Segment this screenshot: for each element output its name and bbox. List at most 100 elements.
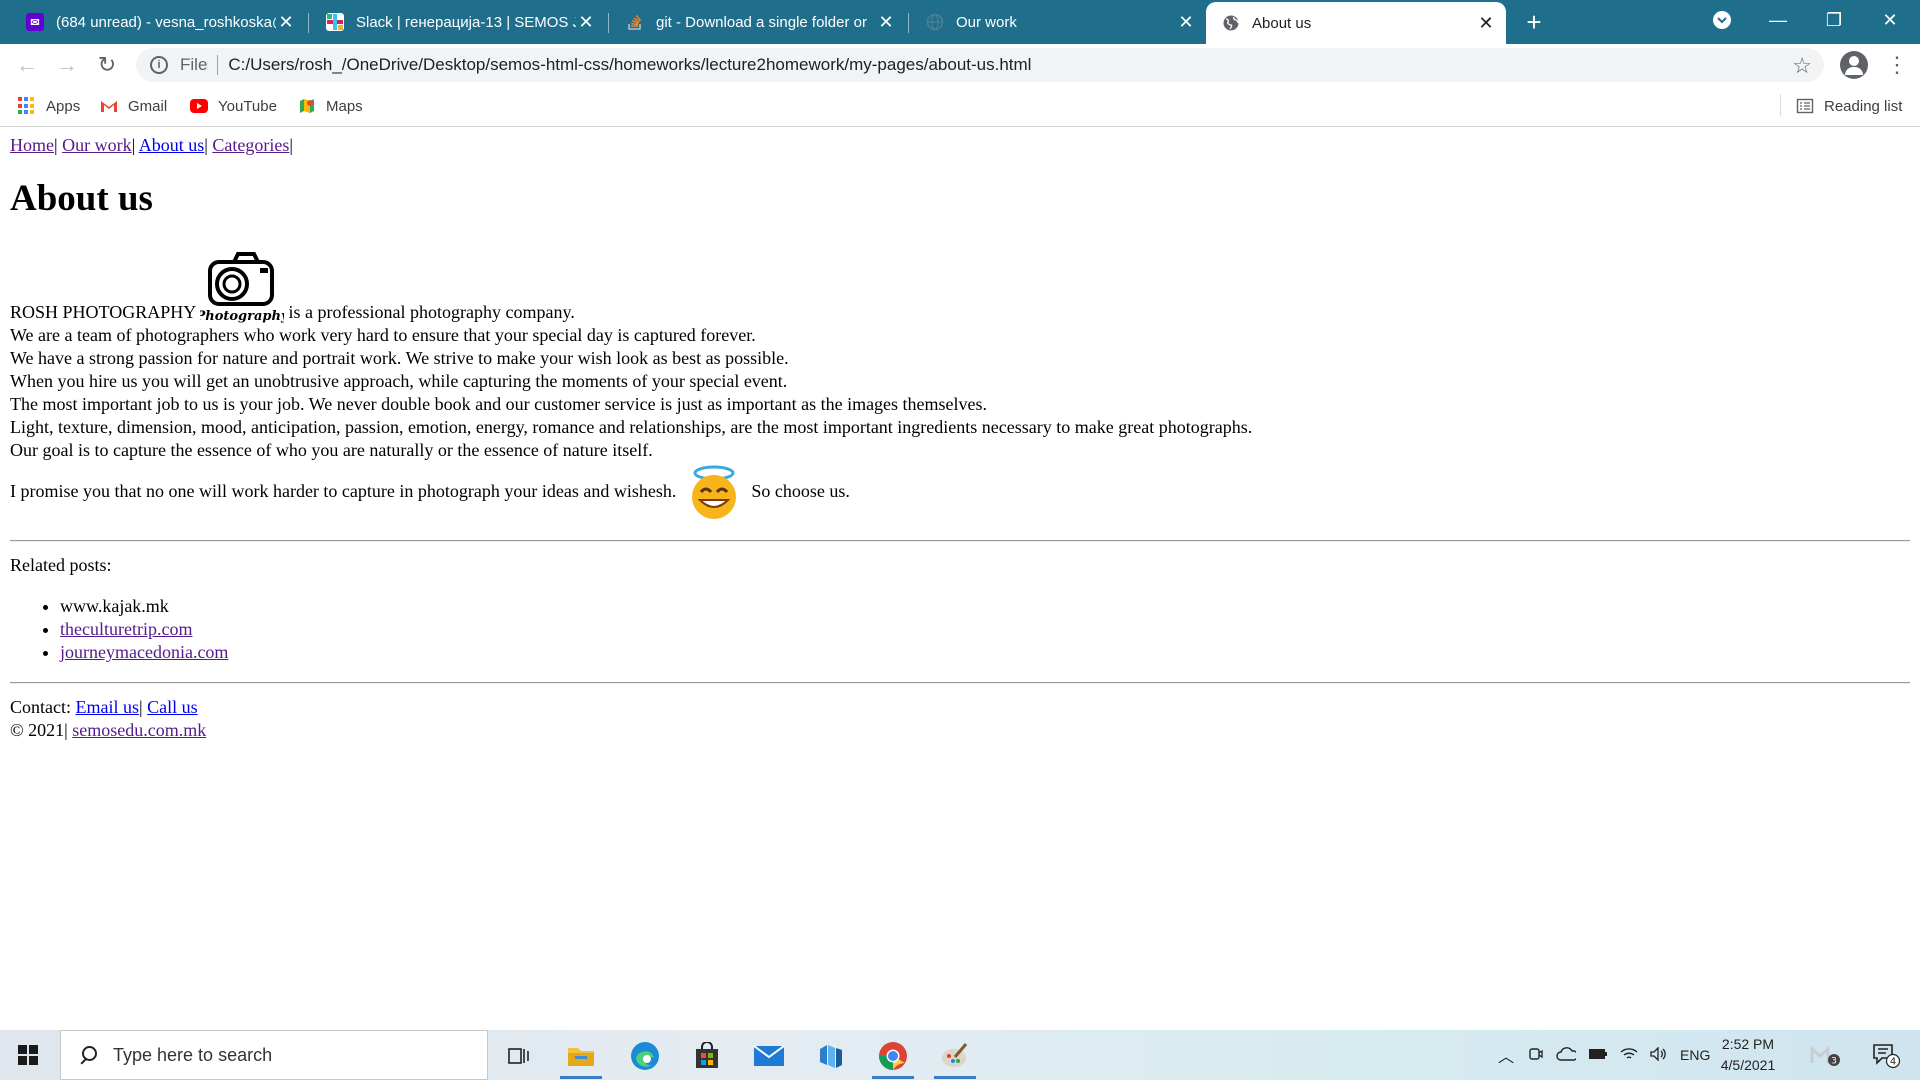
active-app-indicator: [934, 1076, 976, 1079]
active-app-indicator: [872, 1076, 914, 1079]
reload-button[interactable]: ↻: [94, 52, 120, 78]
stackoverflow-icon: [626, 13, 644, 31]
tab-title: About us: [1252, 14, 1312, 32]
intro-rest: is a professional photography company.: [288, 302, 575, 322]
clock-date: 4/5/2021: [1720, 1057, 1776, 1073]
call-us-link[interactable]: Call us: [147, 697, 198, 717]
intro-line: ROSH PHOTOGRAPHY Photography is a profes…: [10, 248, 1910, 324]
reading-list-button[interactable]: Reading list: [1796, 94, 1902, 118]
globe-icon: [1222, 14, 1240, 32]
onedrive-icon[interactable]: [1556, 1046, 1579, 1064]
divider: [10, 540, 1910, 542]
chrome-icon[interactable]: [868, 1035, 918, 1079]
bookmark-label: Apps: [46, 97, 81, 115]
reading-list-icon: [1796, 98, 1814, 114]
nav-link-home[interactable]: Home: [10, 135, 54, 155]
chevron-up-icon[interactable]: ︿: [1498, 1043, 1514, 1067]
close-tab-icon[interactable]: ✕: [576, 12, 596, 32]
camera-logo-image: Photography: [195, 248, 290, 324]
contact-line: Contact: Email us| Call us: [10, 696, 1910, 719]
edge-browser-icon[interactable]: [620, 1035, 670, 1077]
azure-data-studio-icon[interactable]: [806, 1035, 856, 1077]
mail-app-icon[interactable]: [744, 1035, 794, 1077]
search-icon: [79, 1046, 97, 1064]
close-tab-icon[interactable]: ✕: [1476, 13, 1496, 33]
site-nav: Home| Our work| About us| Categories|: [10, 134, 1910, 157]
store-badge-count: 3: [1831, 1057, 1837, 1067]
close-tab-icon[interactable]: ✕: [276, 12, 296, 32]
wifi-icon[interactable]: [1620, 1047, 1638, 1064]
close-tab-icon[interactable]: ✕: [876, 12, 896, 32]
url-text[interactable]: C:/Users/rosh_/OneDrive/Desktop/semos-ht…: [228, 55, 1031, 75]
profile-avatar[interactable]: [1840, 51, 1868, 79]
tab-about-us[interactable]: About us ✕: [1206, 2, 1506, 44]
nav-link-categories[interactable]: Categories: [212, 135, 289, 155]
promise-line: I promise you that no one will work hard…: [10, 464, 1910, 522]
paint-app-icon[interactable]: [930, 1035, 980, 1079]
logo-text: Photography: [200, 309, 284, 324]
footer-link[interactable]: semosedu.com.mk: [72, 720, 206, 740]
nav-link-about-us[interactable]: About us: [139, 135, 205, 155]
minimize-button[interactable]: —: [1750, 0, 1806, 40]
tab-our-work[interactable]: Our work ✕: [900, 7, 1206, 37]
smiling-angel-emoji-icon: [685, 464, 743, 522]
restore-button[interactable]: ❐: [1806, 0, 1862, 40]
nav-link-our-work[interactable]: Our work: [62, 135, 132, 155]
maps-icon: [300, 99, 314, 113]
language-indicator[interactable]: ENG: [1680, 1047, 1710, 1063]
apps-grid-icon: [18, 97, 36, 115]
nav-separator: |: [54, 135, 63, 155]
related-post-link[interactable]: theculturetrip.com: [60, 619, 192, 639]
tab-search-button[interactable]: [1694, 0, 1750, 40]
bookmark-label: YouTube: [218, 97, 277, 115]
new-tab-button[interactable]: +: [1520, 7, 1548, 37]
clock-time: 2:52 PM: [1721, 1036, 1775, 1052]
copyright-text: © 2021|: [10, 720, 68, 740]
tab-yahoo-mail[interactable]: ✉ (684 unread) - vesna_roshkoska@ ✕: [0, 7, 306, 37]
paragraph: Light, texture, dimension, mood, anticip…: [10, 417, 1253, 437]
tab-stackoverflow[interactable]: git - Download a single folder or ✕: [600, 7, 906, 37]
taskbar-clock[interactable]: 2:52 PM 4/5/2021: [1710, 1034, 1786, 1076]
page-content: Home| Our work| About us| Categories| Ab…: [10, 134, 1910, 742]
bookmark-gmail[interactable]: Gmail: [100, 94, 167, 118]
youtube-icon: [190, 99, 208, 113]
bookmark-label: Gmail: [128, 97, 168, 115]
taskbar-search-box[interactable]: Type here to search: [60, 1030, 488, 1080]
volume-icon[interactable]: [1650, 1045, 1668, 1064]
gmail-icon: [101, 101, 117, 112]
bookmark-apps[interactable]: Apps: [18, 94, 80, 118]
store-tray-icon[interactable]: 3: [1806, 1030, 1846, 1080]
list-item: www.kajak.mk: [60, 595, 1910, 618]
battery-icon[interactable]: [1588, 1047, 1608, 1063]
bookmark-youtube[interactable]: YouTube: [190, 94, 277, 118]
action-center-button[interactable]: 4: [1864, 1030, 1908, 1080]
meet-now-icon[interactable]: [1528, 1046, 1544, 1065]
task-view-icon[interactable]: [494, 1035, 544, 1077]
tab-title: Slack | генерација-13 | SEMOS Ja: [356, 13, 576, 31]
notification-count: 4: [1890, 1057, 1896, 1068]
promise-text: I promise you that no one will work hard…: [10, 481, 677, 502]
related-post-link[interactable]: journeymacedonia.com: [60, 642, 228, 662]
info-icon[interactable]: i: [150, 56, 168, 74]
taskbar: Type here to search ︿ ENG 2:52 PM 4/5/20…: [0, 1030, 1920, 1080]
slack-icon: [326, 13, 344, 31]
file-explorer-icon[interactable]: [556, 1035, 606, 1079]
close-window-button[interactable]: ✕: [1862, 0, 1918, 40]
address-bar[interactable]: i File C:/Users/rosh_/OneDrive/Desktop/s…: [136, 48, 1824, 82]
forward-button[interactable]: →: [54, 52, 80, 78]
paragraph: The most important job to us is your job…: [10, 394, 988, 414]
bookmark-maps[interactable]: Maps: [298, 94, 363, 118]
reading-list-label: Reading list: [1824, 97, 1903, 115]
back-button[interactable]: ←: [14, 52, 40, 78]
globe-icon: [926, 13, 944, 31]
tab-slack[interactable]: Slack | генерација-13 | SEMOS Ja ✕: [300, 7, 606, 37]
list-item: journeymacedonia.com: [60, 641, 1910, 664]
windows-start-icon[interactable]: [18, 1045, 38, 1065]
email-us-link[interactable]: Email us: [76, 697, 140, 717]
close-tab-icon[interactable]: ✕: [1176, 12, 1196, 32]
browser-menu-icon[interactable]: ⋮: [1886, 53, 1908, 77]
company-name: ROSH PHOTOGRAPHY: [10, 302, 196, 322]
bookmark-star-icon[interactable]: ☆: [1792, 53, 1812, 79]
page-title: About us: [10, 178, 153, 219]
microsoft-store-icon[interactable]: [682, 1035, 732, 1077]
